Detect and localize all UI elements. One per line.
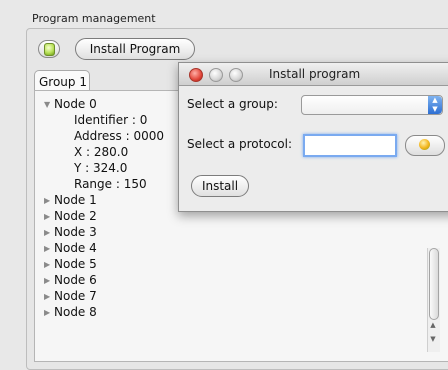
tree-node-label: Node 7 [54, 289, 97, 303]
status-toggle-button[interactable] [38, 40, 60, 58]
zoom-window-icon[interactable] [229, 68, 243, 82]
disclosure-collapsed-icon[interactable]: ▶ [44, 241, 54, 257]
tree-node-label: Node 4 [54, 241, 97, 255]
browse-protocol-button[interactable] [405, 135, 445, 156]
scroll-down-arrow-icon[interactable]: ▼ [428, 333, 438, 345]
tree-node-label: Node 5 [54, 257, 97, 271]
node-detail-identifier: Identifier : 0 [74, 113, 148, 127]
disclosure-collapsed-icon[interactable]: ▶ [44, 305, 54, 321]
tree-node-8[interactable]: ▶ Node 8 [44, 304, 164, 320]
group-label: Select a group: [187, 97, 278, 111]
node-detail-range: Range : 150 [74, 177, 147, 191]
protocol-label: Select a protocol: [187, 137, 292, 151]
select-arrows-icon[interactable]: ▲ ▼ [428, 96, 442, 114]
close-window-icon[interactable] [189, 68, 203, 82]
tree-node-1[interactable]: ▶ Node 1 [44, 192, 164, 208]
tree-node-5[interactable]: ▶ Node 5 [44, 256, 164, 272]
disclosure-collapsed-icon[interactable]: ▶ [44, 257, 54, 273]
disclosure-expanded-icon[interactable]: ▼ [44, 97, 54, 113]
tree-node-6[interactable]: ▶ Node 6 [44, 272, 164, 288]
tree-node-label: Node 3 [54, 225, 97, 239]
scroll-up-arrow-icon[interactable]: ▲ [428, 319, 438, 331]
tree-node-label: Node 8 [54, 305, 97, 319]
dialog-title: Install program [269, 67, 361, 81]
disclosure-collapsed-icon[interactable]: ▶ [44, 273, 54, 289]
group-select[interactable]: ▲ ▼ [301, 95, 443, 115]
program-management-title: Program management [32, 12, 156, 25]
tree-node-2[interactable]: ▶ Node 2 [44, 208, 164, 224]
tree-node-0[interactable]: ▼ Node 0 [44, 96, 164, 112]
vertical-scrollbar-thumb[interactable] [429, 248, 439, 320]
dialog-titlebar[interactable]: Install program [179, 63, 448, 86]
tab-group-1[interactable]: Group 1 [34, 70, 90, 91]
tree-node-4[interactable]: ▶ Node 4 [44, 240, 164, 256]
tree-node-label: Node 2 [54, 209, 97, 223]
node-detail-x: X : 280.0 [74, 145, 129, 159]
disclosure-collapsed-icon[interactable]: ▶ [44, 193, 54, 209]
minimize-window-icon[interactable] [209, 68, 223, 82]
green-gem-icon [44, 43, 55, 56]
install-program-button[interactable]: Install Program [75, 38, 195, 60]
install-button[interactable]: Install [191, 175, 249, 197]
tree-node-3[interactable]: ▶ Node 3 [44, 224, 164, 240]
tree-node-label: Node 6 [54, 273, 97, 287]
disclosure-collapsed-icon[interactable]: ▶ [44, 225, 54, 241]
tree-node-label: Node 1 [54, 193, 97, 207]
tree-node-7[interactable]: ▶ Node 7 [44, 288, 164, 304]
install-program-dialog: Install program Select a group: ▲ ▼ Selec… [178, 62, 448, 212]
node-tree: ▼ Node 0 Identifier : 0 Address : 0000 X … [44, 96, 164, 320]
node-detail-address: Address : 0000 [74, 129, 164, 143]
tree-node-label: Node 0 [54, 97, 97, 111]
disclosure-collapsed-icon[interactable]: ▶ [44, 209, 54, 225]
browse-icon [419, 139, 430, 150]
disclosure-collapsed-icon[interactable]: ▶ [44, 289, 54, 305]
node-detail-y: Y : 324.0 [74, 161, 128, 175]
protocol-input[interactable] [303, 134, 397, 157]
